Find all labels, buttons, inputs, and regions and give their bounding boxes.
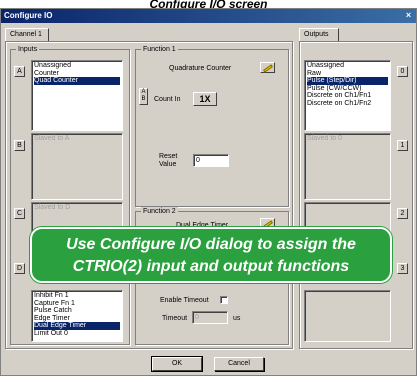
list-item[interactable]: Pulse (Step/Dir) — [307, 77, 388, 85]
timeout-label: Timeout — [162, 315, 188, 322]
tab-channel-1[interactable]: Channel 1 — [5, 28, 49, 41]
list-item[interactable]: Pulse (CW/CCW) — [307, 85, 388, 93]
banner-line-1: Use Configure I/O dialog to assign the — [66, 236, 356, 253]
enable-timeout-label: Enable Timeout — [160, 297, 209, 304]
input-d-list[interactable]: Inhibit Fn 1 Capture Fn 1 Pulse Catch Edge … — [31, 290, 123, 342]
function-2-label: Function 2 — [141, 207, 178, 216]
ab-bottom-letter: B — [141, 96, 146, 102]
list-item[interactable]: Quad Counter — [34, 77, 120, 85]
list-item[interactable]: Counter — [34, 70, 120, 78]
input-c-slaved-text: Slaved to D — [34, 204, 71, 211]
input-c-button[interactable]: C — [14, 208, 25, 219]
output-3-list — [304, 290, 391, 342]
timeout-field: 0 — [192, 311, 228, 324]
ab-swap-button[interactable]: A B — [139, 88, 148, 105]
function-1-label: Function 1 — [141, 45, 178, 54]
list-item[interactable]: Unassigned — [34, 62, 120, 70]
count-in-label: Count In — [154, 96, 181, 103]
window-title: Configure IO — [4, 11, 53, 20]
cancel-button[interactable]: Cancel — [214, 357, 264, 371]
ok-button[interactable]: OK — [151, 356, 203, 372]
list-item[interactable]: Pulse Catch — [34, 307, 120, 315]
enable-timeout-checkbox[interactable] — [220, 296, 228, 304]
list-item[interactable]: Unassigned — [307, 62, 388, 70]
reset-value-field[interactable]: 0 — [193, 154, 229, 167]
input-b-list: Slaved to A — [31, 133, 123, 200]
output-0-list[interactable]: Unassigned Raw Pulse (Step/Dir) Pulse (CW/C… — [304, 60, 391, 131]
output-1-slaved-text: Slaved to 0 — [307, 135, 343, 142]
input-d-button[interactable]: D — [14, 263, 25, 274]
list-item[interactable]: Capture Fn 1 — [34, 300, 120, 308]
list-item[interactable]: Discrete on Ch1/Fn2 — [307, 100, 388, 108]
function-1-mode: Quadrature Counter — [169, 65, 232, 72]
tab-outputs[interactable]: Outputs — [299, 28, 339, 41]
output-3-button[interactable]: 3 — [397, 263, 408, 274]
configure-io-dialog: Configure IO × Channel 1 Outputs Inputs … — [0, 8, 417, 376]
input-b-slaved-text: Slaved to A — [34, 135, 70, 142]
output-1-list: Slaved to 0 — [304, 133, 391, 200]
input-a-button[interactable]: A — [14, 66, 25, 77]
output-2-button[interactable]: 2 — [397, 208, 408, 219]
reset-label-line2: Value — [159, 161, 177, 168]
timeout-unit: us — [233, 315, 241, 322]
ab-top-letter: A — [141, 89, 146, 95]
list-item[interactable]: Limit Out 0 — [34, 330, 120, 338]
list-item[interactable]: Raw — [307, 70, 388, 78]
title-bar: Configure IO × — [1, 9, 416, 23]
list-item[interactable]: Discrete on Ch1/Fn1 — [307, 92, 388, 100]
input-a-list[interactable]: Unassigned Counter Quad Counter — [31, 60, 123, 131]
close-icon[interactable]: × — [403, 10, 414, 21]
annotation-banner: Use Configure I/O dialog to assign the C… — [30, 227, 392, 283]
list-item[interactable]: Inhibit Fn 1 — [34, 292, 120, 300]
function-1-configure-button[interactable] — [260, 62, 275, 73]
list-item[interactable]: Edge Timer — [34, 315, 120, 323]
output-1-button[interactable]: 1 — [397, 140, 408, 151]
banner-line-2: CTRIO(2) input and output functions — [72, 258, 350, 275]
inputs-group-label: Inputs — [16, 45, 40, 54]
list-item[interactable]: Dual Edge Timer — [34, 322, 120, 330]
pencil-icon — [263, 64, 273, 73]
count-in-button[interactable]: 1X — [193, 92, 217, 106]
input-b-button[interactable]: B — [14, 140, 25, 151]
output-0-button[interactable]: 0 — [397, 66, 408, 77]
